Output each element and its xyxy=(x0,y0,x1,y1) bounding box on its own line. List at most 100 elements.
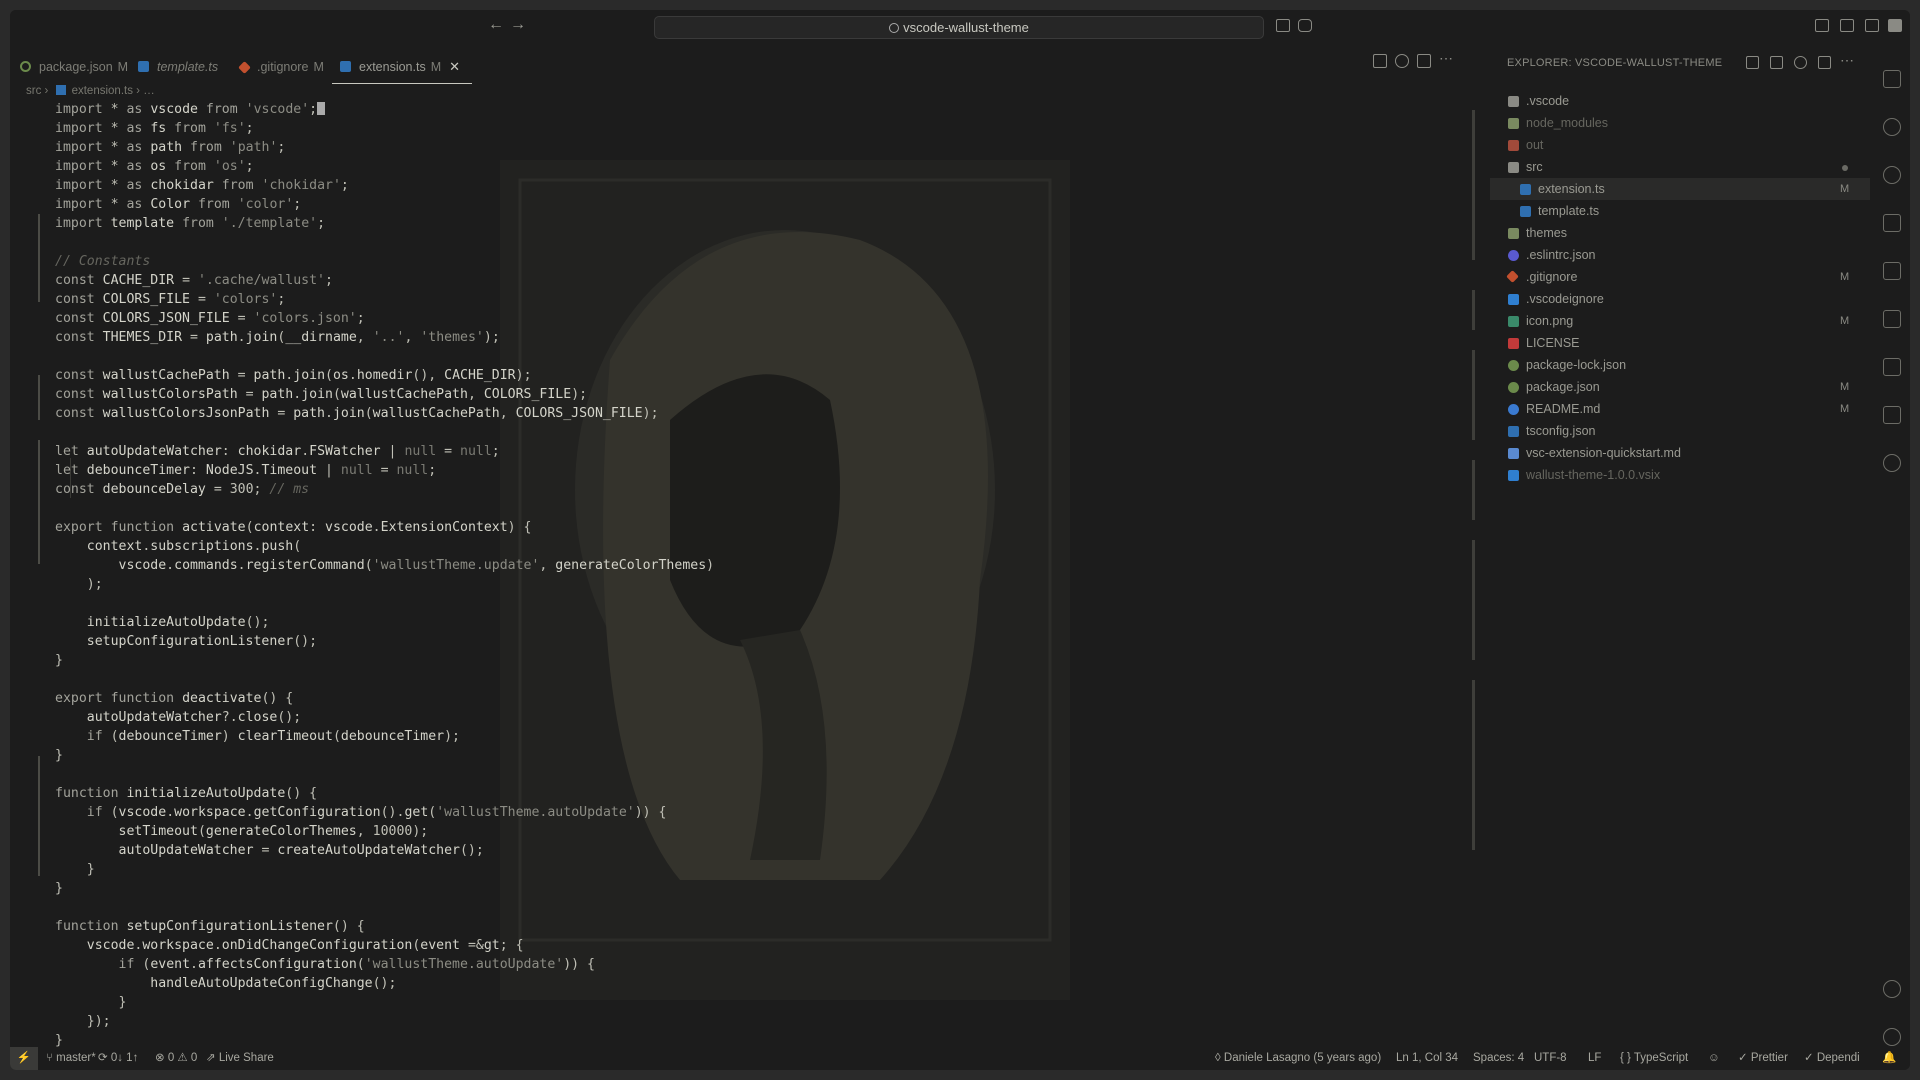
vscode-window: ← → vscode-wallust-theme package.json M t… xyxy=(10,10,1910,1070)
tab-template-ts[interactable]: template.ts xyxy=(138,50,218,84)
copilot-icon[interactable] xyxy=(1298,19,1312,32)
tab-extension-ts[interactable]: extension.ts M ✕ xyxy=(332,50,473,84)
more-actions-icon[interactable]: ⋯ xyxy=(1840,52,1854,69)
breadcrumb-file[interactable]: extension.ts xyxy=(72,85,133,97)
source-control-icon[interactable] xyxy=(1883,166,1901,184)
code-line: } xyxy=(55,748,63,763)
eol-status[interactable]: LF xyxy=(1588,1047,1601,1070)
problems-status[interactable]: ⊗ 0 ⚠ 0 xyxy=(155,1047,197,1070)
breadcrumb-tail[interactable]: › … xyxy=(136,85,155,97)
cursor-position[interactable]: Ln 1, Col 34 xyxy=(1396,1047,1458,1070)
tree-item-src[interactable]: src xyxy=(1490,156,1870,178)
live-share-icon[interactable] xyxy=(1883,310,1901,328)
explorer-icon[interactable] xyxy=(1883,70,1901,88)
copilot-status-icon[interactable]: ☺ xyxy=(1708,1047,1720,1070)
code-line: export function activate(context: vscode… xyxy=(55,520,532,535)
branch-status[interactable]: ⑂ master* xyxy=(46,1047,96,1070)
tree-item-template-ts[interactable]: template.ts xyxy=(1490,200,1870,222)
tree-item-readme-md[interactable]: README.md M xyxy=(1490,398,1870,420)
collapse-all-icon[interactable] xyxy=(1818,56,1831,69)
overview-mark xyxy=(1472,350,1475,440)
customize-layout-icon[interactable] xyxy=(1815,19,1829,32)
code-line: const wallustCachePath = path.join(os.ho… xyxy=(55,368,532,383)
tree-item-tsconfig-json[interactable]: tsconfig.json xyxy=(1490,420,1870,442)
toggle-primary-sidebar-icon[interactable] xyxy=(1840,19,1854,32)
title-bar: ← → vscode-wallust-theme xyxy=(10,10,1910,42)
code-line: import * as chokidar from 'chokidar'; xyxy=(55,178,349,193)
git-icon xyxy=(1506,270,1519,283)
notifications-bell-icon[interactable]: 🔔 xyxy=(1882,1047,1896,1070)
command-center-search[interactable]: vscode-wallust-theme xyxy=(654,16,1264,39)
tab-modified-badge: M xyxy=(313,60,324,74)
open-external-icon[interactable] xyxy=(1276,19,1290,32)
tree-item-label: .eslintrc.json xyxy=(1526,248,1596,262)
forward-arrow-icon[interactable]: → xyxy=(510,16,526,34)
tree-item-icon-png[interactable]: icon.png M xyxy=(1490,310,1870,332)
explorer-panel: EXPLORER: VSCODE-WALLUST-THEME ⋯ .vscode… xyxy=(1490,50,1870,1060)
copilot-chat-icon[interactable] xyxy=(1395,54,1409,68)
tree-item-node-modules[interactable]: node_modules xyxy=(1490,112,1870,134)
license-icon xyxy=(1508,338,1519,349)
split-editor-icon[interactable] xyxy=(1417,54,1431,68)
code-line: const wallustColorsPath = path.join(wall… xyxy=(55,387,588,402)
indentation-status[interactable]: Spaces: 4 xyxy=(1473,1047,1524,1070)
scrollbar-overview[interactable] xyxy=(1470,110,1478,850)
tree-item-vscode[interactable]: .vscode xyxy=(1490,90,1870,112)
overview-mark xyxy=(1472,460,1475,520)
sync-status[interactable]: ⟳ 0↓ 1↑ xyxy=(98,1047,138,1070)
extensions-icon[interactable] xyxy=(1883,262,1901,280)
close-icon[interactable]: ✕ xyxy=(449,59,460,74)
status-bar: ⚡ ⑂ master* ⟳ 0↓ 1↑ ⊗ 0 ⚠ 0 ⇗ Live Share… xyxy=(10,1047,1910,1070)
run-debug-icon[interactable] xyxy=(1883,214,1901,232)
tree-item-gitignore[interactable]: .gitignore M xyxy=(1490,266,1870,288)
new-file-icon[interactable] xyxy=(1746,56,1759,69)
new-folder-icon[interactable] xyxy=(1770,56,1783,69)
tree-item-eslintrc-json[interactable]: .eslintrc.json xyxy=(1490,244,1870,266)
tab-modified-badge: M xyxy=(117,60,129,74)
search-icon[interactable] xyxy=(1883,118,1901,136)
tab-package-json[interactable]: package.json M xyxy=(20,50,128,84)
live-share-icon: ⇗ xyxy=(206,1052,219,1064)
eslint-icon xyxy=(1508,250,1519,261)
compare-changes-icon[interactable] xyxy=(1373,54,1387,68)
code-line: ); xyxy=(55,577,103,592)
code-line: ​ xyxy=(55,670,714,689)
tab-gitignore[interactable]: .gitignore M xyxy=(238,50,324,84)
more-actions-icon[interactable]: ⋯ xyxy=(1439,50,1453,67)
toggle-panel-icon[interactable] xyxy=(1865,19,1879,32)
tab-label: package.json xyxy=(39,60,113,74)
accounts-icon[interactable] xyxy=(1883,980,1901,998)
search-icon xyxy=(889,23,900,33)
tree-item-themes[interactable]: themes xyxy=(1490,222,1870,244)
tree-item-package-lock-json[interactable]: package-lock.json xyxy=(1490,354,1870,376)
tree-item-vsc-extension-quickstart-md[interactable]: vsc-extension-quickstart.md xyxy=(1490,442,1870,464)
back-arrow-icon[interactable]: ← xyxy=(488,16,504,34)
live-share-status[interactable]: ⇗ Live Share xyxy=(206,1047,274,1070)
language-mode[interactable]: { } TypeScript xyxy=(1620,1047,1688,1070)
dependi-status[interactable]: ✓ Dependi xyxy=(1804,1047,1860,1070)
remote-indicator[interactable]: ⚡ xyxy=(10,1047,38,1070)
settings-gear-icon[interactable] xyxy=(1883,1028,1901,1046)
sync-label: 0↓ 1↑ xyxy=(110,1052,139,1064)
breadcrumb-folder[interactable]: src xyxy=(26,85,41,97)
code-line: const wallustColorsJsonPath = path.join(… xyxy=(55,406,659,421)
tree-item-label: .vscode xyxy=(1526,94,1570,108)
code-line: function setupConfigurationListener() { xyxy=(55,919,365,934)
code-line: if (event.affectsConfiguration('wallustT… xyxy=(118,957,595,972)
code-editor[interactable]: import * as vscode from 'vscode'; import … xyxy=(10,100,1480,1060)
tree-item-out[interactable]: out xyxy=(1490,134,1870,156)
tree-item-license[interactable]: LICENSE xyxy=(1490,332,1870,354)
github-icon[interactable] xyxy=(1883,454,1901,472)
toggle-secondary-sidebar-icon[interactable] xyxy=(1888,19,1902,32)
prettier-status[interactable]: ✓ Prettier xyxy=(1738,1047,1788,1070)
tree-item-wallust-theme-1-0-0-vsix[interactable]: wallust-theme-1.0.0.vsix xyxy=(1490,464,1870,486)
refresh-icon[interactable] xyxy=(1794,56,1807,69)
live-share-label: Live Share xyxy=(218,1052,274,1064)
tree-item-extension-ts[interactable]: extension.ts M xyxy=(1490,178,1870,200)
containers-icon[interactable] xyxy=(1883,406,1901,424)
tree-item-package-json[interactable]: package.json M xyxy=(1490,376,1870,398)
remote-explorer-icon[interactable] xyxy=(1883,358,1901,376)
tree-item-vscodeignore[interactable]: .vscodeignore xyxy=(1490,288,1870,310)
git-blame-status[interactable]: ◊ Daniele Lasagno (5 years ago) xyxy=(1215,1047,1381,1070)
encoding-status[interactable]: UTF-8 xyxy=(1534,1047,1567,1070)
